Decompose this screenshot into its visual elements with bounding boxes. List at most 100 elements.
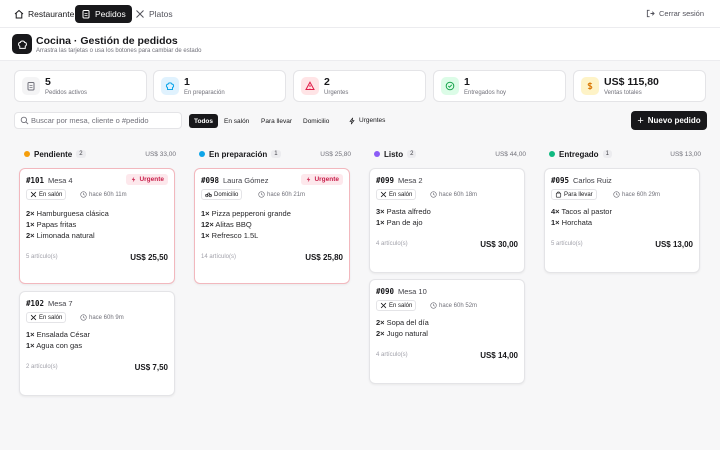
utensils-icon — [380, 191, 387, 198]
line-item: Jugo natural — [386, 329, 428, 338]
order-id: #101 — [26, 176, 45, 185]
nav-restaurant[interactable]: Restaurante — [8, 5, 80, 23]
clock-icon — [80, 191, 87, 198]
line-qty: 1× — [551, 218, 560, 227]
column-total: US$ 44,00 — [495, 150, 526, 158]
order-line: 2× Hamburguesa clásica — [26, 209, 109, 218]
order-time: hace 60h 11m — [80, 191, 127, 198]
order-card[interactable]: #098 Laura Gómez Urgente Domicilio hace … — [194, 168, 350, 284]
logout-button[interactable]: Cerrar sesión — [646, 9, 704, 18]
clock-icon — [613, 191, 620, 198]
warning-icon — [301, 77, 319, 95]
filter-dine-in[interactable]: En salón — [219, 114, 254, 128]
search-icon — [20, 116, 29, 125]
order-item-count: 5 artículo(s) — [26, 254, 58, 260]
line-item: Refresco 1.5L — [211, 231, 259, 240]
order-total: US$ 30,00 — [480, 240, 518, 249]
order-card[interactable]: #095 Carlos Ruiz Para llevar hace 60h 29… — [544, 168, 700, 273]
stat-active-orders: 5 Pedidos activos — [14, 70, 147, 102]
stat-label: Urgentes — [324, 90, 349, 96]
chef-hat-logo-icon — [12, 34, 32, 54]
column-name: Pendiente — [34, 149, 73, 159]
column-header-preparing: En preparación 1 US$ 25,80 — [199, 147, 351, 161]
column-header-ready: Listo 2 US$ 44,00 — [374, 147, 526, 161]
column-total: US$ 33,00 — [145, 150, 176, 158]
nav-orders[interactable]: Pedidos — [75, 5, 132, 23]
line-qty: 1× — [201, 231, 210, 240]
status-dot — [549, 151, 555, 157]
order-time: hace 60h 9m — [80, 314, 124, 321]
utensils-icon — [30, 314, 37, 321]
order-time-label: hace 60h 11m — [89, 191, 127, 198]
order-type-badge: En salón — [376, 189, 417, 200]
clipboard-icon — [22, 77, 40, 95]
order-time: hace 60h 52m — [430, 302, 477, 309]
line-qty: 2× — [376, 329, 385, 338]
order-total: US$ 25,50 — [130, 253, 168, 262]
stat-value: 5 — [45, 76, 51, 88]
dollar-icon — [581, 77, 599, 95]
order-line: 2× Sopa del día — [376, 318, 429, 327]
order-total: US$ 7,50 — [134, 363, 168, 372]
utensils-icon — [30, 191, 37, 198]
nav-orders-label: Pedidos — [95, 9, 126, 19]
nav-restaurant-label: Restaurante — [28, 9, 75, 19]
line-qty: 2× — [26, 209, 35, 218]
filter-all[interactable]: Todos — [189, 114, 219, 128]
order-line: 12× Alitas BBQ — [201, 220, 252, 229]
stat-urgent: 2 Urgentes — [293, 70, 426, 102]
order-card[interactable]: #099 Mesa 2 En salón hace 60h 18m 3× Pas… — [369, 168, 525, 273]
order-line: 3× Pasta alfredo — [376, 207, 431, 216]
order-customer: Mesa 2 — [398, 176, 423, 185]
stat-in-preparation: 1 En preparación — [153, 70, 286, 102]
order-card[interactable]: #090 Mesa 10 En salón hace 60h 52m 2× So… — [369, 279, 525, 384]
nav-dishes-label: Platos — [149, 9, 173, 19]
line-item: Agua con gas — [36, 341, 83, 350]
order-card[interactable]: #101 Mesa 4 Urgente En salón hace 60h 11… — [19, 168, 175, 284]
filter-takeaway[interactable]: Para llevar — [256, 114, 297, 128]
order-customer: Mesa 10 — [398, 287, 427, 296]
stat-delivered-today: 1 Entregados hoy — [433, 70, 566, 102]
line-item: Pan de ajo — [386, 218, 423, 227]
order-line: 2× Limonada natural — [26, 231, 95, 240]
line-item: Hamburguesa clásica — [36, 209, 109, 218]
nav-dishes[interactable]: Platos — [129, 5, 179, 23]
order-id: #095 — [551, 176, 570, 185]
order-total: US$ 13,00 — [655, 240, 693, 249]
order-type-badge: Domicilio — [201, 189, 243, 200]
order-time-label: hace 60h 18m — [439, 191, 478, 198]
filter-delivery[interactable]: Domicilio — [298, 114, 334, 128]
column-name: En preparación — [209, 149, 268, 159]
check-circle-icon — [441, 77, 459, 95]
new-order-button[interactable]: + Nuevo pedido — [631, 111, 707, 130]
order-time-label: hace 60h 9m — [89, 314, 124, 321]
filter-urgent[interactable]: Urgentes — [343, 113, 390, 128]
top-nav: Restaurante Pedidos Platos Cerrar sesión — [0, 0, 720, 28]
home-icon — [14, 9, 24, 19]
line-item: Papas fritas — [36, 220, 77, 229]
order-line: 1× Pizza pepperoni grande — [201, 209, 291, 218]
line-qty: 12× — [201, 220, 214, 229]
order-card[interactable]: #102 Mesa 7 En salón hace 60h 9m 1× Ensa… — [19, 291, 175, 396]
stat-value: 1 — [184, 76, 190, 88]
order-item-count: 2 artículo(s) — [26, 364, 58, 370]
order-type-badge: Para llevar — [551, 189, 597, 200]
clipboard-icon — [82, 10, 90, 19]
stat-value: US$ 115,80 — [604, 76, 659, 88]
order-customer: Mesa 7 — [48, 299, 73, 308]
line-qty: 3× — [376, 207, 385, 216]
order-item-count: 5 artículo(s) — [551, 241, 583, 247]
column-count: 1 — [271, 150, 281, 158]
order-line: 1× Ensalada César — [26, 330, 90, 339]
search-input[interactable] — [14, 112, 182, 129]
order-type: En salón — [39, 191, 63, 198]
line-qty: 1× — [26, 220, 35, 229]
bolt-icon — [307, 176, 311, 183]
order-time: hace 60h 18m — [430, 191, 477, 198]
order-time-label: hace 60h 52m — [439, 302, 478, 309]
stat-label: En preparación — [184, 90, 225, 96]
order-line: 1× Papas fritas — [26, 220, 76, 229]
order-id: #098 — [201, 176, 220, 185]
order-item-count: 4 artículo(s) — [376, 241, 408, 247]
new-order-label: Nuevo pedido — [647, 116, 701, 125]
